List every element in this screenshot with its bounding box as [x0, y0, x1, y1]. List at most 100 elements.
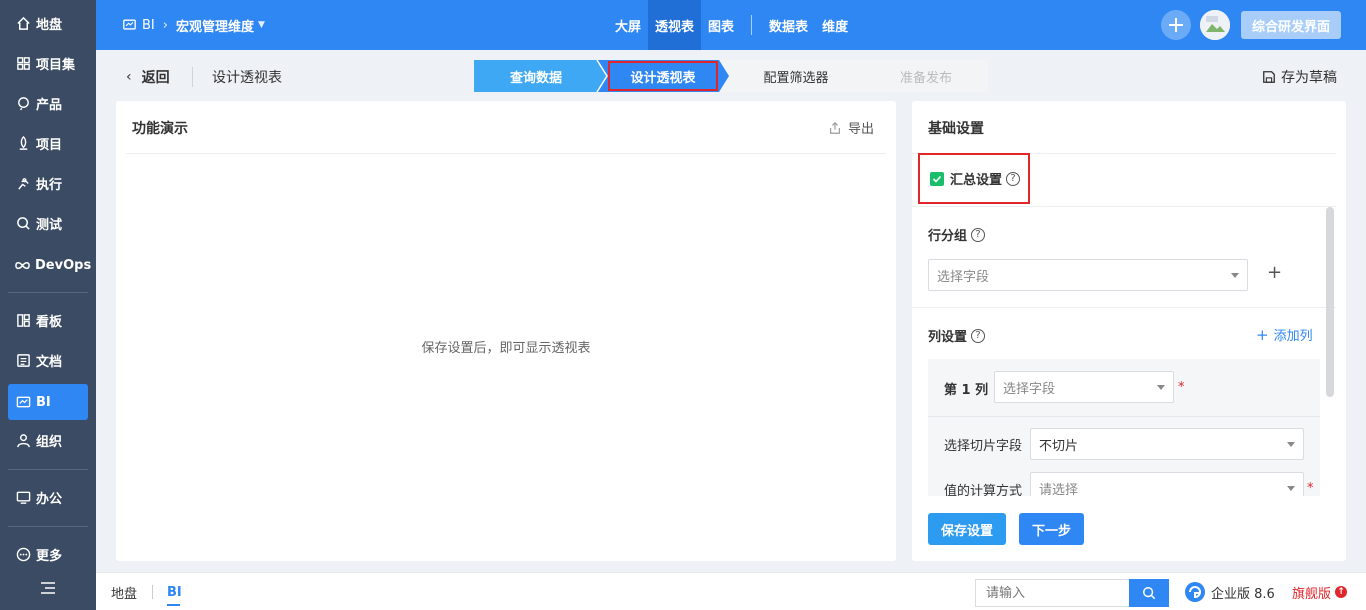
sidebar-item-label: 测试: [36, 217, 63, 233]
header-divider: [192, 67, 193, 87]
test-icon: [14, 214, 32, 232]
column-settings-label: 列设置 ?: [928, 326, 986, 345]
step-wizard: 查询数据 设计透视表 配置筛选器 准备发布: [474, 60, 988, 92]
product-icon: [14, 94, 32, 112]
sidebar-item-home[interactable]: 地盘: [8, 5, 88, 41]
back-label: 返回: [141, 70, 170, 86]
plus-icon: [1169, 18, 1183, 32]
sidebar-item-label: DevOps: [35, 257, 92, 273]
project-switcher[interactable]: 宏观管理维度: [176, 16, 254, 35]
menu-collapse-icon[interactable]: [38, 578, 58, 598]
export-button[interactable]: 导出: [828, 118, 874, 137]
sidebar-item-project[interactable]: 项目: [8, 125, 88, 161]
top-nav: 大屏 透视表 图表 数据表 维度: [608, 0, 855, 50]
add-row-group-plus-icon[interactable]: +: [1267, 262, 1282, 283]
sidebar-item-label: 执行: [36, 177, 63, 193]
nav-screen[interactable]: 大屏: [608, 0, 648, 50]
slice-field-value: 不切片: [1039, 438, 1079, 454]
sidebar-item-org[interactable]: 组织: [8, 422, 88, 458]
avatar[interactable]: [1200, 10, 1230, 40]
nav-dimension[interactable]: 维度: [815, 0, 855, 50]
save-draft-button[interactable]: 存为草稿: [1262, 66, 1337, 88]
upgrade-arrow-icon: ↑: [1335, 586, 1348, 598]
top-bar: BI › 宏观管理维度 ▼ 大屏 透视表 图表 数据表 维度 综合研发界面: [96, 0, 1366, 50]
integrated-rd-button[interactable]: 综合研发界面: [1241, 11, 1341, 39]
add-column-button[interactable]: + 添加列: [1256, 325, 1313, 345]
more-icon: [14, 545, 32, 563]
back-button[interactable]: ‹ 返回: [126, 66, 170, 88]
home-icon: [14, 14, 32, 32]
sidebar-item-office[interactable]: 办公: [8, 479, 88, 515]
step-design-pivot[interactable]: 设计透视表: [608, 61, 718, 91]
sidebar-item-label: 办公: [36, 491, 63, 507]
caret-down-icon: [1231, 273, 1239, 278]
caret-down-icon: [1287, 486, 1295, 491]
save-settings-button[interactable]: 保存设置: [928, 513, 1006, 545]
slice-field-select[interactable]: 不切片: [1030, 428, 1304, 460]
bi-icon: [122, 18, 137, 32]
sidebar-item-label: 组织: [36, 434, 63, 450]
scrollbar[interactable]: [1326, 207, 1334, 397]
help-icon[interactable]: ?: [971, 328, 986, 343]
sidebar: 地盘 项目集 产品 项目 执行 测试 DevOps 看板 文档 BI 组织 办公…: [0, 0, 96, 610]
sidebar-divider: [8, 526, 88, 527]
sidebar-item-devops[interactable]: DevOps: [8, 247, 92, 283]
column-1-placeholder: 选择字段: [1003, 381, 1056, 397]
breadcrumb-app[interactable]: BI: [142, 18, 155, 33]
org-icon: [14, 431, 32, 449]
column-1-field-select[interactable]: 选择字段: [994, 371, 1174, 403]
sidebar-item-execution[interactable]: 执行: [8, 165, 88, 201]
nav-pivot[interactable]: 透视表: [648, 0, 702, 50]
divider: [912, 206, 1336, 207]
sidebar-item-label: 项目集: [36, 57, 76, 73]
settings-panel: 基础设置 汇总设置 ? 行分组 ? 选择字段 + 列设置 ? + 添加列 第 1…: [912, 101, 1346, 561]
edition-label: 企业版 8.6: [1211, 586, 1275, 602]
sidebar-item-programs[interactable]: 项目集: [8, 45, 88, 81]
chevron-left-icon: ‹: [126, 69, 132, 85]
row-group-select[interactable]: 选择字段: [928, 259, 1248, 291]
search-input[interactable]: [975, 579, 1130, 607]
sidebar-item-label: 看板: [36, 314, 63, 330]
save-icon: [1262, 70, 1276, 84]
kanban-icon: [14, 311, 32, 329]
slice-field-label: 选择切片字段: [944, 439, 1023, 454]
sidebar-item-product[interactable]: 产品: [8, 85, 88, 121]
row-group-placeholder: 选择字段: [937, 269, 990, 285]
sidebar-item-docs[interactable]: 文档: [8, 342, 88, 378]
help-icon[interactable]: ?: [1006, 171, 1021, 186]
export-label: 导出: [847, 122, 874, 137]
bottom-tab-home[interactable]: 地盘: [111, 573, 137, 610]
save-draft-label: 存为草稿: [1281, 70, 1337, 86]
sidebar-item-kanban[interactable]: 看板: [8, 302, 88, 338]
nav-divider: [751, 15, 753, 35]
nav-chart[interactable]: 图表: [701, 0, 741, 50]
summary-checkbox[interactable]: [930, 171, 944, 186]
sidebar-item-test[interactable]: 测试: [8, 205, 88, 241]
export-icon: [828, 121, 842, 135]
step-query-data[interactable]: 查询数据: [474, 60, 598, 92]
sidebar-item-label: 项目: [36, 137, 63, 153]
add-column-label: 添加列: [1273, 329, 1313, 344]
caret-down-icon: [1287, 442, 1295, 447]
step-ready-publish[interactable]: 准备发布: [864, 60, 988, 92]
infinity-icon: [14, 256, 31, 274]
divider: [928, 416, 1320, 417]
empty-state-text: 保存设置后，即可显示透视表: [421, 341, 591, 356]
help-icon[interactable]: ?: [971, 227, 986, 242]
sidebar-item-bi[interactable]: BI: [8, 384, 88, 420]
page-title: 设计透视表: [212, 70, 282, 86]
next-step-button[interactable]: 下一步: [1019, 513, 1084, 545]
sidebar-item-label: 地盘: [36, 17, 63, 33]
search-button[interactable]: [1129, 579, 1169, 607]
nav-datatable[interactable]: 数据表: [762, 0, 815, 50]
column-1-label: 第 1 列: [944, 383, 989, 398]
preview-panel: 功能演示 导出 保存设置后，即可显示透视表: [116, 101, 896, 561]
create-plus-button[interactable]: [1161, 10, 1191, 40]
step-configure-filter[interactable]: 配置筛选器: [734, 60, 858, 92]
sidebar-item-more[interactable]: 更多: [8, 536, 88, 572]
grid-icon: [14, 54, 32, 72]
sidebar-item-label: BI: [36, 394, 51, 410]
sidebar-divider: [8, 469, 88, 470]
divider: [126, 153, 886, 154]
flagship-upgrade-link[interactable]: 旗舰版 ↑: [1292, 573, 1348, 610]
